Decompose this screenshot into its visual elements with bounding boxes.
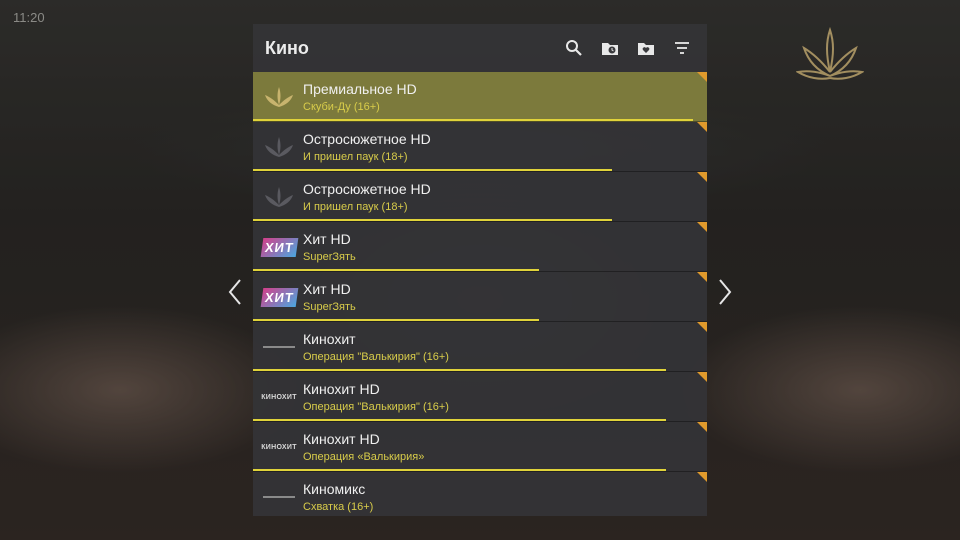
premium-leaf-logo [259,82,299,112]
kinohit-logo-text: КИНОХИТ [261,393,297,401]
hit-logo: ХИТ [259,232,299,262]
channel-list: Премиальное HD Скуби-Ду (16+) Остросюжетно… [253,72,707,516]
panel-header: Кино [253,24,707,72]
corner-marker [697,372,707,382]
chevron-left-icon[interactable] [226,278,246,306]
corner-marker [697,272,707,282]
progress-bar [253,469,667,471]
program-title: Операция «Валькирия» [303,451,425,463]
program-title: И пришел паук (18+) [303,151,408,163]
corner-marker [697,72,707,82]
corner-marker [697,422,707,432]
corner-marker [697,472,707,482]
channel-logo-icon [263,496,295,498]
channel-name: Кинохит [303,331,356,347]
hit-logo-text: ХИТ [260,237,298,257]
channel-name: Остросюжетное HD [303,181,431,197]
channel-row[interactable]: ХИТ Хит HD SuperЗять [253,222,707,272]
channel-row[interactable]: Премиальное HD Скуби-Ду (16+) [253,72,707,122]
progress-bar [253,219,612,221]
channel-logo-icon [263,346,295,348]
action-leaf-logo [259,182,299,212]
hit-logo: ХИТ [259,282,299,312]
progress-bar [253,119,694,121]
program-title: Скуби-Ду (16+) [303,101,380,113]
kinohit-logo-text: КИНОХИТ [261,443,297,451]
corner-marker [697,172,707,182]
channel-row[interactable]: Остросюжетное HD И пришел паук (18+) [253,122,707,172]
corner-marker [697,322,707,332]
kinohit-logo: КИНОХИТ [259,382,299,412]
channel-name: Хит HD [303,281,351,297]
channel-name: Кинохит HD [303,431,380,447]
channel-row[interactable]: КИНОХИТ Кинохит HD Операция «Валькирия» [253,422,707,472]
program-title: Схватка (16+) [303,501,374,513]
channel-row[interactable]: Остросюжетное HD И пришел паук (18+) [253,172,707,222]
channel-row[interactable]: Кинохит Операция "Валькирия" (16+) [253,322,707,372]
action-leaf-logo [259,132,299,162]
progress-bar [253,369,667,371]
brand-logo-icon [796,26,864,80]
hit-logo-text: ХИТ [260,287,298,307]
leaf-logo-icon [265,137,293,157]
channel-name: Кинохит HD [303,381,380,397]
progress-bar [253,319,540,321]
corner-marker [697,222,707,232]
progress-bar [253,269,540,271]
progress-bar [253,169,612,171]
kinohit-logo: КИНОХИТ [259,432,299,462]
program-title: SuperЗять [303,301,356,313]
clock: 11:20 [13,10,45,25]
kinohit-logo [259,332,299,362]
chevron-right-icon[interactable] [714,278,734,306]
channel-name: Остросюжетное HD [303,131,431,147]
leaf-logo-icon [265,87,293,107]
corner-marker [697,122,707,132]
program-title: Операция "Валькирия" (16+) [303,401,449,413]
search-icon[interactable] [565,39,583,57]
page-title: Кино [265,38,309,58]
channel-name: Киномикс [303,481,366,497]
channel-name: Премиальное HD [303,81,417,97]
channel-row[interactable]: КИНОХИТ Кинохит HD Операция "Валькирия" (1… [253,372,707,422]
folder-heart-icon[interactable] [637,39,655,57]
channel-name: Хит HD [303,231,351,247]
channel-panel: Кино Премиальное HD Скуби-Ду (16+) Остросю… [253,24,707,516]
folder-clock-icon[interactable] [601,39,619,57]
program-title: Операция "Валькирия" (16+) [303,351,449,363]
progress-bar [253,419,667,421]
channel-row[interactable]: ХИТ Хит HD SuperЗять [253,272,707,322]
channel-row[interactable]: Киномикс Схватка (16+) [253,472,707,516]
leaf-logo-icon [265,187,293,207]
program-title: И пришел паук (18+) [303,201,408,213]
filter-icon[interactable] [673,39,691,57]
program-title: SuperЗять [303,251,356,263]
kinomix-logo [259,482,299,512]
